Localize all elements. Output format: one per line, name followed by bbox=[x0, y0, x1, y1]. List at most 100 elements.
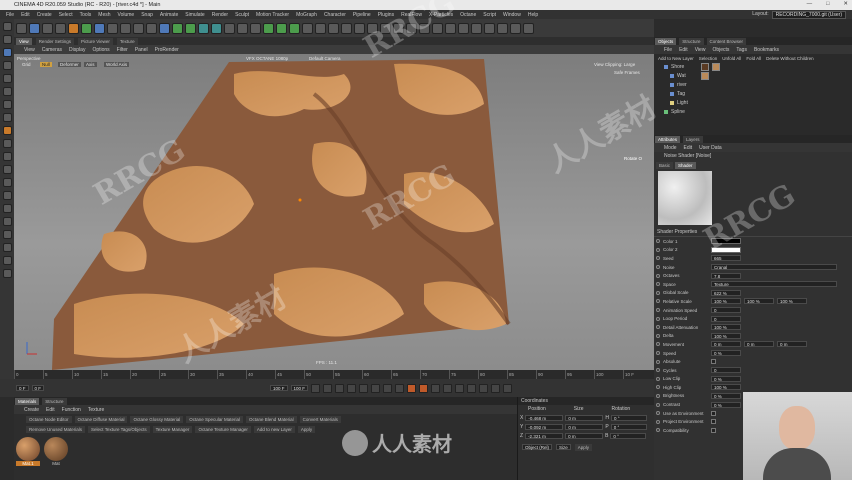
plugin-icon-14[interactable] bbox=[523, 22, 534, 34]
animate-dot-icon[interactable] bbox=[656, 308, 660, 313]
x-axis-icon[interactable] bbox=[68, 22, 79, 34]
brush-icon[interactable] bbox=[2, 217, 12, 226]
plugin-icon-4[interactable] bbox=[393, 22, 404, 34]
animate-dot-icon[interactable] bbox=[656, 385, 660, 390]
viewport-clipping-label[interactable]: View Clipping: Large bbox=[594, 62, 635, 67]
menu-motion-tracker[interactable]: Motion Tracker bbox=[256, 12, 289, 18]
script-icon[interactable] bbox=[2, 269, 12, 278]
plugin-icon-8[interactable] bbox=[445, 22, 456, 34]
color-swatch[interactable] bbox=[711, 238, 741, 245]
animate-dot-icon[interactable] bbox=[656, 376, 660, 381]
menu-tools[interactable]: Tools bbox=[80, 12, 92, 18]
layout-selector[interactable]: Layout: RECORDING_7000.git (User) bbox=[752, 11, 846, 19]
workplane-icon[interactable] bbox=[2, 74, 12, 83]
animate-dot-icon[interactable] bbox=[656, 393, 660, 398]
attr-menu-user-data[interactable]: User Data bbox=[699, 145, 722, 151]
keyframe-selection-icon[interactable] bbox=[431, 383, 441, 393]
light-icon[interactable] bbox=[250, 22, 261, 34]
previous-frame-icon[interactable] bbox=[335, 383, 345, 393]
property-value-field[interactable]: 0 % bbox=[711, 350, 741, 357]
checkbox[interactable] bbox=[711, 359, 716, 365]
model-mode-icon[interactable] bbox=[2, 48, 12, 57]
plugin-icon-10[interactable] bbox=[471, 22, 482, 34]
tab-objects[interactable]: Objects bbox=[655, 37, 677, 45]
plugin-icon-3[interactable] bbox=[380, 22, 391, 34]
tab-render-settings[interactable]: Render Settings bbox=[35, 37, 74, 45]
property-value-field[interactable]: 0 bbox=[711, 367, 741, 374]
plugin-icon-11[interactable] bbox=[484, 22, 495, 34]
animate-dot-icon[interactable] bbox=[656, 256, 660, 261]
pla-key-icon[interactable] bbox=[491, 383, 501, 393]
material-tag-icon[interactable] bbox=[701, 62, 710, 71]
viewport-menu-panel[interactable]: Panel bbox=[135, 47, 148, 53]
menu-realflow[interactable]: RealFlow bbox=[401, 12, 422, 18]
animate-dot-icon[interactable] bbox=[656, 402, 660, 407]
viewport-deformer-label[interactable]: Deformer bbox=[58, 62, 81, 67]
object-row[interactable]: Tag bbox=[664, 89, 852, 98]
property-value-field[interactable]: 100 % bbox=[711, 384, 741, 391]
layout-value[interactable]: RECORDING_7000.git (User) bbox=[771, 11, 846, 19]
material-tag-icon[interactable] bbox=[700, 71, 709, 80]
animate-dot-icon[interactable] bbox=[656, 316, 660, 321]
viewport-menu-display[interactable]: Display bbox=[69, 47, 85, 53]
menu-octane[interactable]: Octane bbox=[460, 12, 476, 18]
menu-pipeline[interactable]: Pipeline bbox=[353, 12, 371, 18]
grid-icon[interactable] bbox=[2, 191, 12, 200]
timeline-ruler[interactable]: 0 5 10 15 20 25 30 35 40 45 50 55 60 65 70 75 80 85 90 95 10… bbox=[14, 370, 654, 379]
animate-dot-icon[interactable] bbox=[656, 342, 660, 347]
rotation-p-field[interactable]: 0 ° bbox=[610, 423, 647, 430]
previous-key-icon[interactable] bbox=[323, 383, 333, 393]
menu-animate[interactable]: Animate bbox=[160, 12, 178, 18]
tab-view[interactable]: View bbox=[16, 37, 32, 45]
viewport-menu-view[interactable]: View bbox=[24, 47, 35, 53]
tab-structure-obj[interactable]: Structure bbox=[679, 37, 704, 45]
property-value-field[interactable]: 665 bbox=[711, 255, 741, 262]
plugin-icon-2[interactable] bbox=[367, 22, 378, 34]
property-value-field[interactable]: 0 m bbox=[711, 341, 741, 348]
coordinate-system-icon[interactable] bbox=[107, 22, 118, 34]
property-value-field[interactable]: 0 % bbox=[711, 401, 741, 408]
unfold-all-button[interactable]: Unfold All bbox=[722, 56, 741, 61]
objects-menu-file[interactable]: File bbox=[664, 47, 672, 53]
property-value-field[interactable]: 0 bbox=[711, 307, 741, 314]
end-frame-field-2[interactable]: 100 F bbox=[290, 385, 309, 391]
color-swatch[interactable] bbox=[711, 246, 741, 253]
checkbox[interactable] bbox=[711, 427, 716, 433]
plugin-icon-12[interactable] bbox=[497, 22, 508, 34]
property-value-field[interactable]: 0 % bbox=[711, 392, 741, 399]
object-row[interactable]: Wat bbox=[664, 71, 852, 80]
rotate-icon[interactable] bbox=[55, 22, 66, 34]
tab-basic[interactable]: Basic bbox=[656, 161, 674, 169]
menu-script[interactable]: Script bbox=[483, 12, 496, 18]
viewport-menu-prorender[interactable]: ProRender bbox=[155, 47, 179, 53]
delete-without-children-button[interactable]: Delete Without Children bbox=[766, 56, 814, 61]
tab-picture-viewer[interactable]: Picture Viewer bbox=[77, 37, 113, 45]
property-value-field[interactable]: 0 % bbox=[711, 375, 741, 382]
viewport-menu-filter[interactable]: Filter bbox=[117, 47, 128, 53]
go-to-start-icon[interactable] bbox=[311, 383, 321, 393]
play-icon[interactable] bbox=[347, 383, 357, 393]
subdivision-icon[interactable] bbox=[185, 22, 196, 34]
texture-mode-icon[interactable] bbox=[2, 61, 12, 70]
animate-dot-icon[interactable] bbox=[656, 265, 660, 270]
polygons-mode-icon[interactable] bbox=[2, 113, 12, 122]
plugin-icon-5[interactable] bbox=[406, 22, 417, 34]
redo-icon[interactable] bbox=[2, 35, 12, 44]
octane-camera-icon[interactable] bbox=[289, 22, 300, 34]
animate-dot-icon[interactable] bbox=[656, 273, 660, 278]
tweak-icon[interactable] bbox=[2, 139, 12, 148]
scale-key-icon[interactable] bbox=[455, 383, 465, 393]
objects-menu-edit[interactable]: Edit bbox=[679, 47, 688, 53]
render-picture-viewer-icon[interactable] bbox=[133, 22, 144, 34]
param-key-icon[interactable] bbox=[479, 383, 489, 393]
python-icon[interactable] bbox=[2, 243, 12, 252]
size-mode-select[interactable]: Size bbox=[556, 444, 571, 450]
viewport-menu-cameras[interactable]: Cameras bbox=[42, 47, 62, 53]
current-frame-field[interactable]: 0 F bbox=[16, 385, 29, 391]
menu-volume[interactable]: Volume bbox=[118, 12, 135, 18]
object-row[interactable]: river bbox=[664, 80, 852, 89]
cube-icon[interactable] bbox=[159, 22, 170, 34]
menu-simulate[interactable]: Simulate bbox=[185, 12, 204, 18]
attr-menu-mode[interactable]: Mode bbox=[664, 145, 677, 151]
objects-menu-objects[interactable]: Objects bbox=[712, 47, 729, 53]
